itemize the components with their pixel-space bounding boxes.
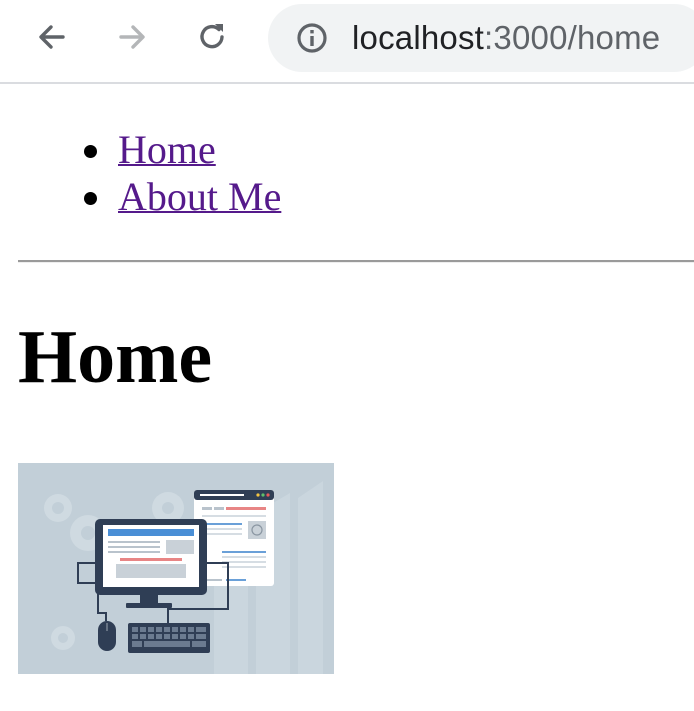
keyboard-graphic [128,623,210,653]
info-icon[interactable] [294,20,330,56]
forward-button[interactable] [114,19,150,55]
forward-arrow-icon [119,25,145,49]
monitor-graphic [95,519,207,608]
list-item: Home [84,126,281,173]
bullet-icon [84,145,97,158]
nav-list: Home About Me [84,126,281,220]
url-path: :3000/home [484,19,661,56]
url-text[interactable]: localhost:3000/home [352,19,660,57]
browser-toolbar: localhost:3000/home [0,0,694,84]
url-host: localhost [352,19,485,56]
address-bar[interactable]: localhost:3000/home [268,4,694,72]
list-item: About Me [84,173,281,220]
nav-link-home[interactable]: Home [118,127,216,172]
reload-icon [200,24,224,49]
bullet-icon [84,192,97,205]
divider [18,260,694,263]
reload-button[interactable] [194,19,230,55]
nav-link-about-me[interactable]: About Me [118,174,281,219]
back-arrow-icon [39,25,65,49]
back-button[interactable] [34,19,70,55]
computer-workstation-illustration [18,463,334,674]
page-title: Home [18,315,213,399]
